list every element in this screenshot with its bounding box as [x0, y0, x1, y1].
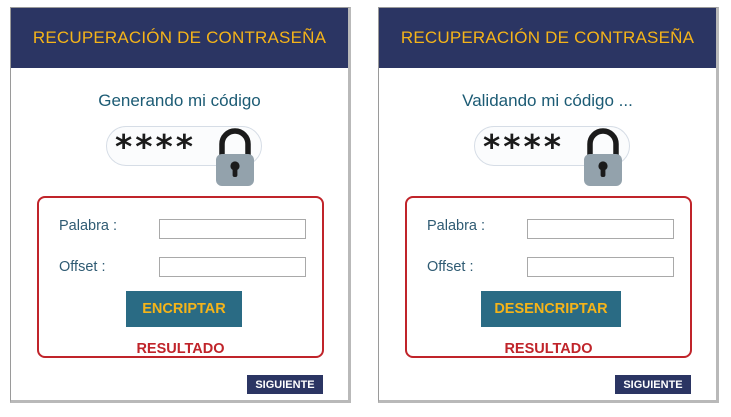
password-recovery-panel-encrypt: RECUPERACIÓN DE CONTRASEÑA Generando mi … — [10, 7, 351, 403]
status-text: Generando mi código — [98, 91, 261, 110]
lock-icon — [216, 128, 254, 186]
encrypt-button[interactable]: ENCRIPTAR — [126, 291, 242, 327]
offset-input[interactable] — [527, 257, 674, 277]
panel-header: RECUPERACIÓN DE CONTRASEÑA — [11, 8, 348, 68]
offset-label: Offset : — [59, 259, 106, 275]
result-label: RESULTADO — [136, 341, 225, 357]
masked-code: **** — [483, 127, 565, 166]
masked-code-display: **** — [106, 126, 262, 186]
word-input[interactable] — [159, 219, 306, 239]
next-button[interactable]: SIGUIENTE — [247, 375, 323, 394]
word-label: Palabra : — [59, 218, 118, 234]
panel-header: RECUPERACIÓN DE CONTRASEÑA — [379, 8, 716, 68]
offset-input[interactable] — [159, 257, 306, 277]
masked-code-display: **** — [474, 126, 630, 186]
panel-title: RECUPERACIÓN DE CONTRASEÑA — [32, 28, 327, 47]
word-input[interactable] — [527, 219, 674, 239]
panel-title: RECUPERACIÓN DE CONTRASEÑA — [400, 28, 695, 47]
password-recovery-panel-decrypt: RECUPERACIÓN DE CONTRASEÑA Validando mi … — [378, 7, 719, 403]
offset-label: Offset : — [427, 259, 474, 275]
word-label: Palabra : — [427, 218, 486, 234]
result-label: RESULTADO — [504, 341, 593, 357]
form-box: Palabra : Offset : DESENCRIPTAR RESULTAD… — [405, 196, 692, 358]
status-text: Validando mi código ... — [462, 91, 633, 110]
masked-code: **** — [115, 127, 197, 166]
lock-icon — [584, 128, 622, 186]
next-button[interactable]: SIGUIENTE — [615, 375, 691, 394]
decrypt-button[interactable]: DESENCRIPTAR — [481, 291, 621, 327]
form-box: Palabra : Offset : ENCRIPTAR RESULTADO — [37, 196, 324, 358]
